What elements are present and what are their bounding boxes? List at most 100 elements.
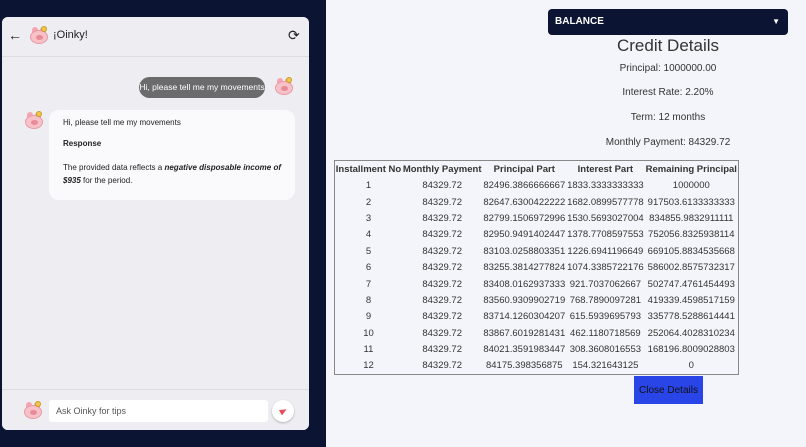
table-cell: 2 [365,196,372,208]
table-cell: 7 [365,278,372,290]
table-cell: 12 [363,360,374,372]
table-cell: 83408.0162937333 [483,278,566,290]
table-cell: 3 [365,212,372,224]
send-icon [278,406,288,416]
table-row: 8 84329.72 83560.9309902719 768.7890097281 4… [335,292,739,308]
table-cell: 6 [365,262,372,274]
table-cell: 1000000 [672,180,710,192]
pig-avatar-icon [23,401,43,420]
credit-details-title: Credit Details [616,36,720,55]
bot-question-echo: Hi, please tell me my movements [63,118,181,127]
table-cell: 615.5939695793 [569,311,642,323]
chat-input[interactable] [49,400,268,422]
bot-response-heading: Response [63,139,102,148]
table-cell: 84175.398356875 [485,360,563,372]
chat-title: ¡Oinky! [53,29,88,41]
principal-text: Principal: 1000000.00 [619,63,717,74]
chat-footer [2,389,309,430]
table-cell: 11 [363,344,374,356]
bot-response-text: The provided data reflects a negative di… [63,163,281,185]
table-row: 9 84329.72 83714.1260304207 615.5939695793 3… [335,309,739,325]
close-details-button[interactable]: Close Details [634,376,703,404]
table-row: 1 84329.72 82496.3866666667 1833.3333333333… [335,178,739,194]
table-cell: 1833.3333333333 [567,180,644,192]
table-cell: 84329.72 [422,212,462,224]
account-select[interactable]: BALANCE ▼ [548,9,788,35]
table-cell: 502747.4761454493 [647,278,735,290]
user-avatar-icon [274,77,294,96]
table-cell: 917503.6133333333 [647,196,735,208]
table-cell: 462.1180718569 [570,327,641,339]
table-cell: 8 [365,294,372,306]
bot-message-bubble: Hi, please tell me my movements Response… [49,110,295,200]
table-cell: 84329.72 [422,180,462,192]
table-cell: 83560.9309902719 [483,294,566,306]
table-row: 3 84329.72 82799.1506972996 1530.5693027004… [335,210,739,226]
table-cell: 83255.3814277824 [483,262,566,274]
table-row: 2 84329.72 82647.6300422222 1682.0899577778… [335,194,739,210]
table-cell: 1 [365,180,372,192]
column-header: Interest Part [577,163,634,175]
table-cell: 1682.0899577778 [567,196,644,208]
refresh-icon[interactable]: ⟳ [288,28,302,42]
table-cell: 84329.72 [422,262,462,274]
table-cell: 82799.1506972996 [483,212,566,224]
interest-rate-text: Interest Rate: 2.20% [622,87,714,98]
table-cell: 834855.9832911111 [649,212,734,224]
table-cell: 308.3608016553 [569,344,642,356]
table-cell: 82496.3866666667 [483,180,566,192]
table-cell: 168196.8009028803 [647,344,735,356]
table-row: 12 84329.72 84175.398356875 154.321643125 0 [335,358,739,374]
table-cell: 10 [363,327,374,339]
table-cell: 83714.1260304207 [483,311,566,323]
table-cell: 83867.6019281431 [483,327,566,339]
user-message-bubble: Hi, please tell me my movements [139,77,265,98]
table-cell: 4 [365,229,372,241]
table-row: 7 84329.72 83408.0162937333 921.7037062667 5… [335,276,739,292]
table-cell: 335778.5288614441 [647,311,735,323]
send-button[interactable] [272,400,294,422]
table-cell: 82647.6300422222 [483,196,566,208]
column-header: Principal Part [493,163,555,175]
table-cell: 5 [365,245,372,257]
table-cell: 1074.3385722176 [567,262,644,274]
table-row: 4 84329.72 82950.9491402447 1378.7708597553… [335,227,739,243]
pig-avatar-icon [29,26,49,45]
bot-avatar-icon [24,111,44,130]
table-cell: 84329.72 [422,245,462,257]
table-header-row: Installment No Monthly Payment Principal… [335,161,739,178]
table-row: 10 84329.72 83867.6019281431 462.1180718569… [335,325,739,341]
account-select-value: BALANCE [555,16,604,27]
table-cell: 9 [365,311,372,323]
table-cell: 84021.3591983447 [483,344,566,356]
table-cell: 82950.9491402447 [483,229,566,241]
table-cell: 84329.72 [422,278,462,290]
back-arrow-icon[interactable]: ← [8,27,22,43]
table-cell: 154.321643125 [572,360,639,372]
table-cell: 419339.4598517159 [647,294,735,306]
table-row: 11 84329.72 84021.3591983447 308.3608016553… [335,341,739,357]
table-cell: 84329.72 [422,294,462,306]
column-header: Installment No [335,163,402,175]
table-row: 6 84329.72 83255.3814277824 1074.3385722176… [335,259,739,275]
monthly-payment-text: Monthly Payment: 84329.72 [605,137,731,148]
chat-header: ← ¡Oinky! ⟳ [2,17,309,57]
table-cell: 84329.72 [422,229,462,241]
installment-table: Installment No Monthly Payment Principal… [334,160,739,375]
table-cell: 84329.72 [422,344,462,356]
table-cell: 586002.8575732317 [647,262,735,274]
table-cell: 768.7890097281 [569,294,642,306]
table-cell: 84329.72 [422,360,462,372]
table-cell: 1226.6941196649 [567,245,644,257]
term-text: Term: 12 months [630,112,706,123]
chevron-down-icon: ▼ [772,17,780,26]
table-cell: 83103.0258803351 [483,245,566,257]
table-cell: 252064.4028310234 [647,327,735,339]
table-cell: 669105.8834535668 [647,245,735,257]
chat-panel: ← ¡Oinky! ⟳ Hi, please tell me my moveme… [2,17,309,430]
table-cell: 1530.5693027004 [567,212,644,224]
table-cell: 84329.72 [422,311,462,323]
table-cell: 0 [688,360,694,372]
table-cell: 921.7037062667 [569,278,642,290]
table-row: 5 84329.72 83103.0258803351 1226.6941196649… [335,243,739,259]
